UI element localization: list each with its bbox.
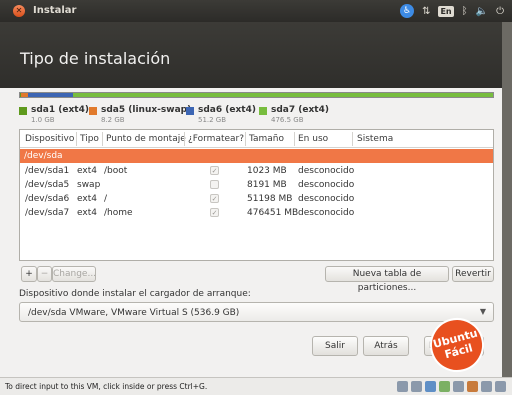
vm-status-bar: To direct input to this VM, click inside… — [0, 377, 512, 395]
legend-swatch — [186, 107, 194, 115]
legend-size: 1.0 GB — [31, 116, 55, 124]
cell-used: desconocido — [298, 208, 355, 218]
legend-item: sda1 (ext4) 1.0 GB — [19, 105, 89, 124]
column-separator — [102, 132, 103, 146]
cell-device: /dev/sda1 — [25, 166, 70, 176]
cell-size: 476451 MB — [247, 208, 299, 218]
network-adapter-icon[interactable] — [439, 381, 450, 392]
cell-used: desconocido — [298, 166, 355, 176]
column-header-device[interactable]: Dispositivo — [25, 134, 74, 144]
column-separator — [294, 132, 295, 146]
format-checkbox[interactable]: ✓ — [210, 166, 219, 175]
format-checkbox[interactable]: ✓ — [210, 208, 219, 217]
format-checkbox[interactable]: ✓ — [210, 194, 219, 203]
partition-bar-segment — [20, 93, 29, 97]
cell-device: /dev/sda7 — [25, 208, 70, 218]
cell-used: desconocido — [298, 180, 355, 190]
legend-size: 476.5 GB — [271, 116, 304, 124]
table-row[interactable]: /dev/sda6 ext4 / ✓ 51198 MB desconocido — [20, 192, 493, 206]
new-partition-table-button[interactable]: Nueva tabla de particiones... — [325, 266, 449, 293]
cell-mount: / — [104, 194, 108, 204]
column-header-mount[interactable]: Punto de montaje — [106, 134, 186, 144]
table-header: Dispositivo Tipo Punto de montaje ¿Forma… — [20, 130, 493, 148]
table-row-device[interactable]: /dev/sda — [20, 149, 493, 163]
column-header-used[interactable]: En uso — [298, 134, 328, 144]
bootloader-label: Dispositivo donde instalar el cargador d… — [19, 289, 251, 299]
legend-size: 8.2 GB — [101, 116, 125, 124]
close-icon[interactable]: ✕ — [13, 5, 25, 17]
cell-type: swap — [77, 180, 101, 190]
legend-item: sda6 (ext4) 51.2 GB — [186, 105, 256, 124]
keyboard-layout-indicator[interactable]: En — [438, 5, 454, 17]
legend-item: sda7 (ext4) 476.5 GB — [259, 105, 329, 124]
bootloader-device-select[interactable]: /dev/sda VMware, VMware Virtual S (536.9… — [19, 302, 494, 322]
floppy-icon[interactable] — [425, 381, 436, 392]
cell-device: /dev/sda5 — [25, 180, 70, 190]
hard-disk-icon[interactable] — [397, 381, 408, 392]
column-separator — [352, 132, 353, 146]
legend-swatch — [259, 107, 267, 115]
partition-legend: sda1 (ext4) 1.0 GB sda5 (linux-swap) 8.2 GB… — [19, 105, 494, 127]
cell-size: 51198 MB — [247, 194, 293, 204]
printer-icon[interactable] — [481, 381, 492, 392]
column-separator — [184, 132, 185, 146]
window-title: Instalar — [33, 5, 77, 16]
legend-name: sda5 (linux-swap) — [101, 105, 192, 115]
device-cell: /dev/sda — [24, 151, 63, 161]
partition-bar-segment — [28, 93, 73, 97]
cell-size: 8191 MB — [247, 180, 287, 190]
partition-bar-segment — [72, 93, 493, 97]
legend-swatch — [19, 107, 27, 115]
table-row[interactable]: /dev/sda7 ext4/home ✓ 476451 MB desconocido — [20, 206, 493, 220]
column-separator — [76, 132, 77, 146]
system-tray: ♿ ⇅ En ᛒ 🔈 ⏻ — [400, 3, 504, 19]
bluetooth-icon[interactable]: ᛒ — [462, 6, 468, 17]
cell-type: ext4 — [77, 166, 97, 176]
column-separator — [245, 132, 246, 146]
remove-partition-button[interactable]: − — [37, 266, 52, 282]
partition-usage-bar — [19, 92, 494, 98]
table-row[interactable]: /dev/sda1 ext4/boot ✓ 1023 MB desconocido — [20, 164, 493, 178]
cell-used: desconocido — [298, 194, 355, 204]
cell-type: ext4 — [77, 208, 97, 218]
revert-button[interactable]: Revertir — [452, 266, 494, 282]
display-icon[interactable] — [495, 381, 506, 392]
cd-drive-icon[interactable] — [411, 381, 422, 392]
power-icon[interactable]: ⏻ — [496, 6, 504, 17]
network-arrows-icon[interactable]: ⇅ — [422, 6, 430, 17]
table-row[interactable]: /dev/sda5 swap 8191 MB desconocido — [20, 178, 493, 192]
legend-swatch — [89, 107, 97, 115]
vm-device-icons — [397, 381, 506, 392]
bootloader-device-value: /dev/sda VMware, VMware Virtual S (536.9… — [28, 308, 240, 318]
cell-mount: /home — [104, 208, 133, 218]
vm-status-text: To direct input to this VM, click inside… — [5, 382, 208, 391]
column-header-system[interactable]: Sistema — [357, 134, 393, 144]
legend-size: 51.2 GB — [198, 116, 227, 124]
column-header-format[interactable]: ¿Formatear? — [188, 134, 244, 144]
usb-icon[interactable] — [453, 381, 464, 392]
cell-mount: /boot — [104, 166, 128, 176]
legend-name: sda6 (ext4) — [198, 105, 256, 115]
top-panel: ✕ Instalar ♿ ⇅ En ᛒ 🔈 ⏻ — [0, 0, 512, 22]
column-header-type[interactable]: Tipo — [80, 134, 99, 144]
change-partition-button[interactable]: Change... — [52, 266, 96, 282]
sound-icon[interactable] — [467, 381, 478, 392]
legend-name: sda1 (ext4) — [31, 105, 89, 115]
page-title: Tipo de instalación — [20, 49, 171, 68]
add-partition-button[interactable]: + — [21, 266, 37, 282]
window-edge — [502, 22, 512, 377]
quit-button[interactable]: Salir — [312, 336, 358, 356]
back-button[interactable]: Atrás — [363, 336, 409, 356]
legend-item: sda5 (linux-swap) 8.2 GB — [89, 105, 191, 124]
column-header-size[interactable]: Tamaño — [249, 134, 284, 144]
cell-size: 1023 MB — [247, 166, 287, 176]
chevron-down-icon: ▼ — [479, 307, 486, 316]
legend-name: sda7 (ext4) — [271, 105, 329, 115]
volume-icon[interactable]: 🔈 — [476, 6, 488, 17]
partition-table[interactable]: Dispositivo Tipo Punto de montaje ¿Forma… — [19, 129, 494, 261]
cell-device: /dev/sda6 — [25, 194, 70, 204]
cell-type: ext4 — [77, 194, 97, 204]
format-checkbox[interactable] — [210, 180, 219, 189]
accessibility-icon[interactable]: ♿ — [400, 4, 415, 18]
